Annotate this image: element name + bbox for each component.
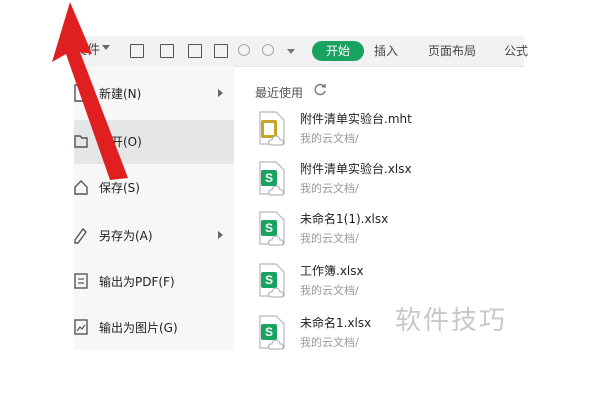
svg-text:S: S <box>265 221 273 235</box>
menu-item-save-as[interactable]: 另存为(A) <box>74 214 234 258</box>
chevron-right-icon <box>218 89 223 97</box>
spreadsheet-file-icon: S <box>259 263 285 298</box>
svg-text:S: S <box>265 171 273 185</box>
image-export-icon <box>74 319 88 335</box>
recent-title: 最近使用 <box>255 86 304 100</box>
top-toolbar: 文件 开始 插入 页面布局 公式 <box>74 36 528 67</box>
preview-icon[interactable] <box>214 44 228 58</box>
chevron-right-icon <box>218 231 223 239</box>
file-name: 附件清单实验台.mht <box>300 112 412 126</box>
spreadsheet-file-icon: S <box>259 315 285 350</box>
mht-file-icon <box>259 111 285 146</box>
red-arrow-annotation-icon <box>52 2 128 180</box>
screenshot-stage: 文件 开始 插入 页面布局 公式 新建(N) 打开(O) <box>0 0 600 400</box>
watermark-text: 软件技巧 <box>395 306 508 336</box>
pdf-icon <box>74 273 88 289</box>
file-name: 工作簿.xlsx <box>300 264 364 278</box>
file-name: 未命名1(1).xlsx <box>300 212 389 226</box>
file-name: 未命名1.xlsx <box>300 316 372 330</box>
svg-text:S: S <box>265 325 273 339</box>
chevron-down-icon[interactable] <box>287 49 295 54</box>
tab-start[interactable]: 开始 <box>312 41 364 61</box>
file-path: 我的云文档/ <box>300 232 359 245</box>
refresh-icon[interactable] <box>313 83 327 97</box>
file-name: 附件清单实验台.xlsx <box>300 162 412 176</box>
menu-item-label: 输出为图片(G) <box>99 321 178 335</box>
menu-item-label: 输出为PDF(F) <box>99 275 175 289</box>
spreadsheet-file-icon: S <box>259 211 285 246</box>
file-path: 我的云文档/ <box>300 182 359 195</box>
recent-file-row[interactable]: S 未命名1(1).xlsx 我的云文档/ <box>258 210 518 256</box>
recent-file-row[interactable]: S 附件清单实验台.xlsx 我的云文档/ <box>258 160 518 206</box>
tab-page-layout[interactable]: 页面布局 <box>428 42 476 59</box>
spreadsheet-file-icon: S <box>259 161 285 196</box>
tab-insert[interactable]: 插入 <box>374 42 398 59</box>
undo-icon[interactable] <box>238 44 250 56</box>
file-path: 我的云文档/ <box>300 336 359 349</box>
file-path: 我的云文档/ <box>300 284 359 297</box>
file-path: 我的云文档/ <box>300 132 359 145</box>
redo-icon[interactable] <box>262 44 274 56</box>
menu-item-export-pdf[interactable]: 输出为PDF(F) <box>74 260 234 304</box>
save-as-icon <box>74 227 87 244</box>
save-icon[interactable] <box>160 44 174 58</box>
svg-text:S: S <box>265 273 273 287</box>
menu-item-export-image[interactable]: 输出为图片(G) <box>74 306 234 350</box>
menu-item-label: 另存为(A) <box>99 229 153 243</box>
tab-formula[interactable]: 公式 <box>504 42 528 59</box>
recent-file-row[interactable]: 附件清单实验台.mht 我的云文档/ <box>258 110 518 156</box>
home-save-icon <box>74 180 88 195</box>
menu-item-label: 保存(S) <box>99 181 140 195</box>
print-icon[interactable] <box>188 44 202 58</box>
